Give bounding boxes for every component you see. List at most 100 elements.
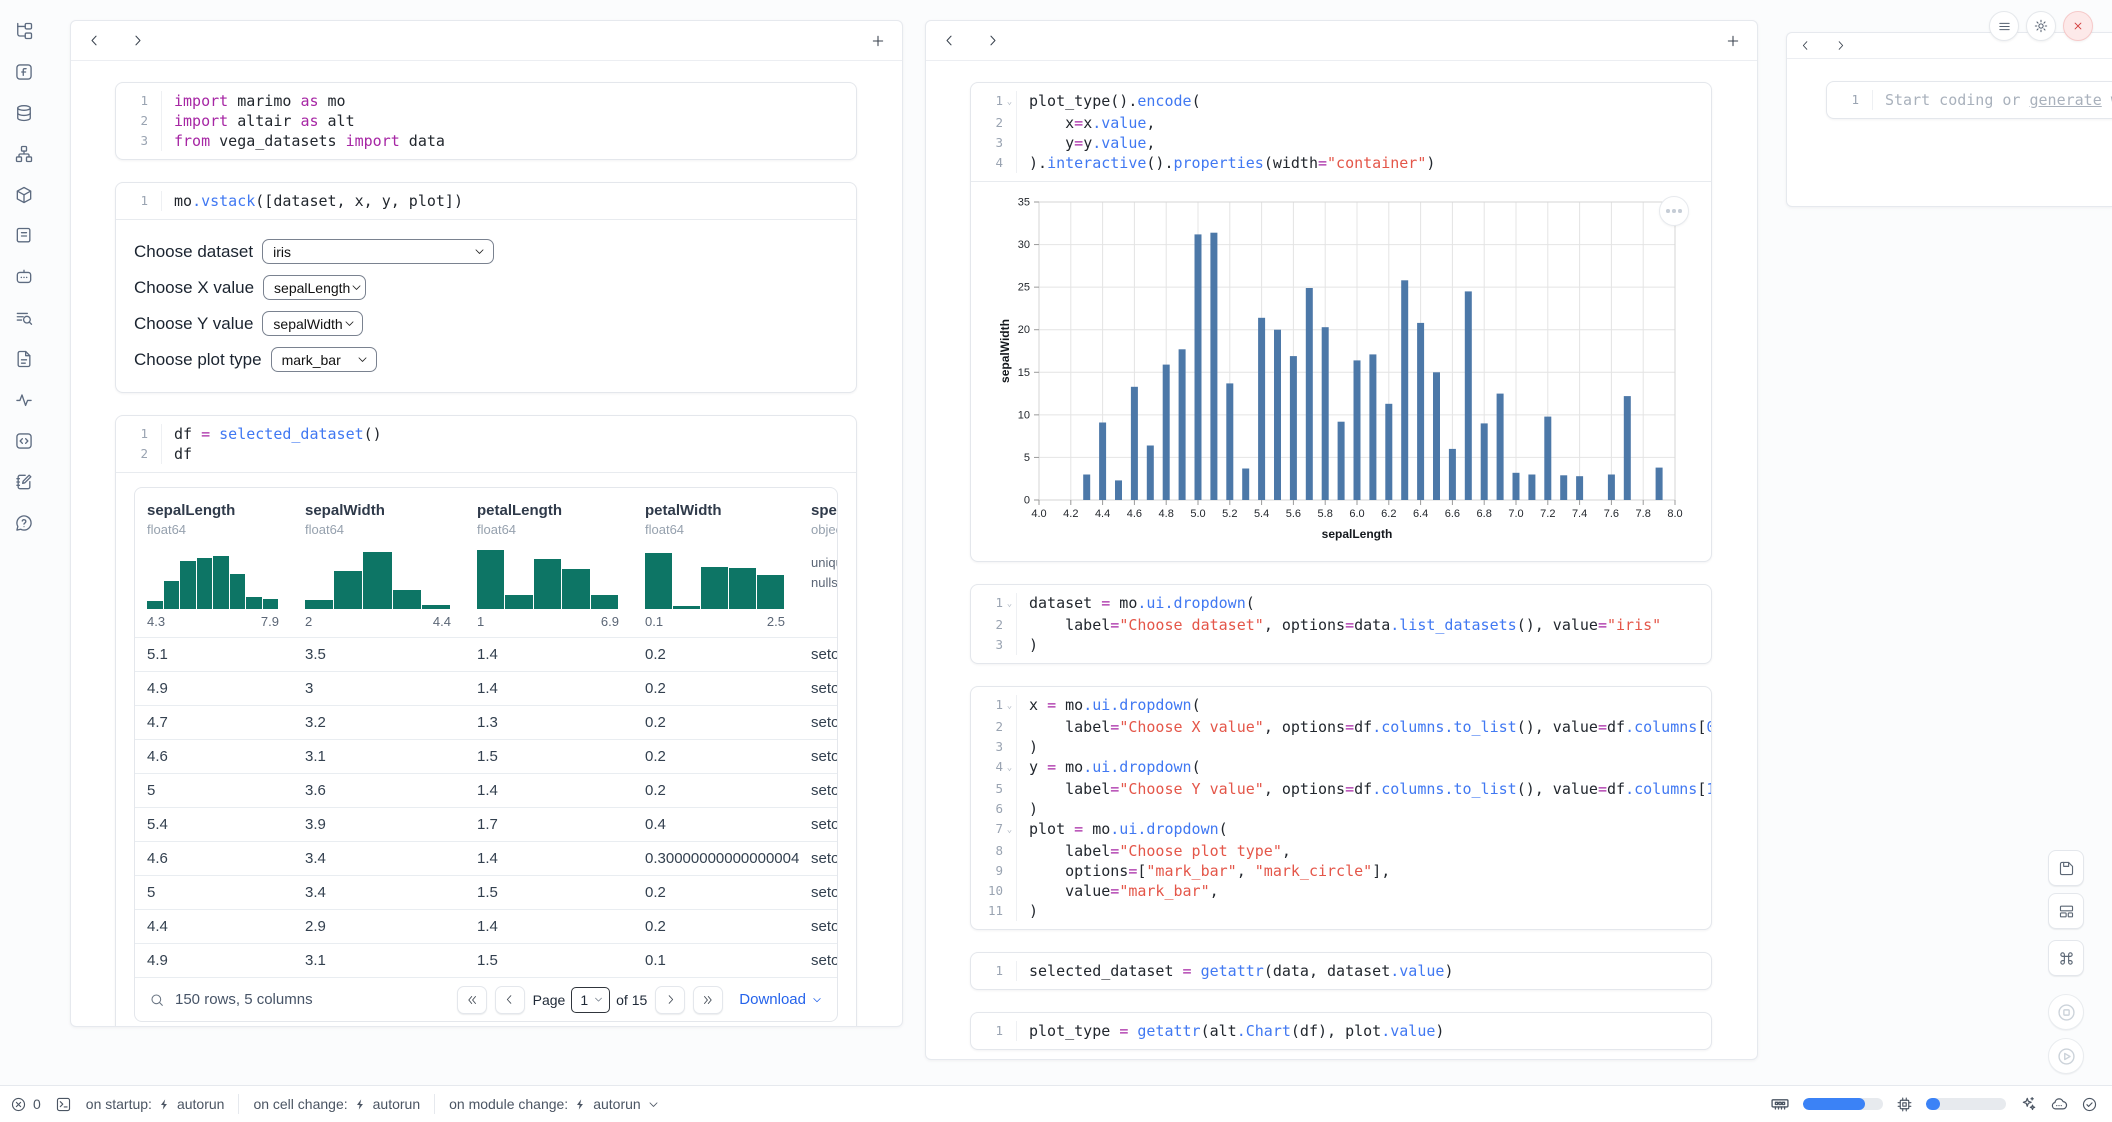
table-row[interactable]: 4.931.40.2setosa [135,671,837,705]
code-line[interactable]: 3 y=y.value, [971,133,1711,153]
download-button[interactable]: Download [739,991,823,1008]
code-line[interactable]: 1⌄plot_type().encode( [971,91,1711,113]
on-module-change-setting[interactable]: on module change: autorun [449,1096,660,1112]
cloud-icon[interactable] [2050,1095,2068,1113]
variables-icon[interactable] [11,59,37,85]
first-page-button[interactable] [457,986,487,1014]
documentation-icon[interactable] [11,305,37,331]
datasources-icon[interactable] [11,100,37,126]
packages-icon[interactable] [11,182,37,208]
code-line[interactable]: 1mo.vstack([dataset, x, y, plot]) [116,191,856,211]
terminal-icon[interactable] [55,1096,72,1113]
code-line[interactable]: 3) [971,635,1711,655]
shutdown-button[interactable] [2063,11,2093,41]
code-line[interactable]: 1⌄x = mo.ui.dropdown( [971,695,1711,717]
form-label: Choose dataset [134,242,253,262]
column-header-sepalLength[interactable]: sepalLengthfloat644.37.9 [135,488,293,637]
page-select[interactable]: 1 [571,987,610,1013]
code-line[interactable]: 4).interactive().properties(width="conta… [971,153,1711,173]
table-row[interactable]: 4.42.91.40.2setosa [135,909,837,943]
ai-chat-icon[interactable] [11,264,37,290]
save-button[interactable] [2048,850,2084,886]
table-row[interactable]: 4.63.11.50.2setosa [135,739,837,773]
column-header-sepalWidth[interactable]: sepalWidthfloat6424.4 [293,488,465,637]
last-page-button[interactable] [693,986,723,1014]
code-line[interactable]: 5 label="Choose Y value", options=df.col… [971,779,1711,799]
column-prev-icon[interactable] [1799,39,1812,52]
code-line[interactable]: 4⌄y = mo.ui.dropdown( [971,757,1711,779]
column-header-petalLength[interactable]: petalLengthfloat6416.9 [465,488,633,637]
code-line[interactable]: 2 label="Choose dataset", options=data.l… [971,615,1711,635]
code-line[interactable]: 3from vega_datasets import data [116,131,856,151]
column-next-icon[interactable] [985,33,1000,48]
file-explorer-icon[interactable] [11,18,37,44]
add-column-icon[interactable] [1725,33,1741,49]
notebook-menu-button[interactable] [1989,11,2019,41]
snippets-icon[interactable] [11,346,37,372]
chart-menu-button[interactable] [1659,196,1689,226]
prev-page-button[interactable] [495,986,525,1014]
code-line[interactable]: 10 value="mark_bar", [971,881,1711,901]
code-line[interactable]: 1selected_dataset = getattr(data, datase… [971,961,1711,981]
ai-sparkles-icon[interactable] [2019,1095,2037,1113]
search-icon[interactable] [149,992,165,1008]
code-line[interactable]: 2import altair as alt [116,111,856,131]
run-all-button[interactable] [2048,1038,2084,1074]
column-next-icon[interactable] [130,33,145,48]
chevron-down-icon [647,1098,660,1111]
table-row[interactable]: 5.43.91.70.4setosa [135,807,837,841]
plot-type-select[interactable]: mark_bar [271,347,377,372]
code-line[interactable]: 11) [971,901,1711,921]
code-line[interactable]: 1plot_type = getattr(alt.Chart(df), plot… [971,1021,1711,1041]
next-page-button[interactable] [655,986,685,1014]
y-value-select[interactable]: sepalWidth [262,311,363,336]
code-line[interactable]: 7⌄plot = mo.ui.dropdown( [971,819,1711,841]
code-line[interactable]: 3) [971,737,1711,757]
tracing-icon[interactable] [11,387,37,413]
settings-button[interactable] [2026,11,2056,41]
add-column-icon[interactable] [870,33,886,49]
outputs-icon[interactable] [11,428,37,454]
code-line[interactable]: 1Start coding or generate with AI [1827,90,2112,110]
help-icon[interactable] [11,510,37,536]
dependency-graph-icon[interactable] [11,141,37,167]
on-cell-change-setting[interactable]: on cell change: autorun [253,1096,420,1112]
code-line[interactable]: 1import marimo as mo [116,91,856,111]
column-header-petalWidth[interactable]: petalWidthfloat640.12.5 [633,488,799,637]
error-indicator[interactable]: 0 [10,1096,41,1113]
vega-chart[interactable]: 4.04.24.44.64.85.05.25.45.65.86.06.26.46… [997,194,1701,551]
x-value-select[interactable]: sepalLength [263,275,366,300]
connection-status-icon[interactable] [2081,1096,2098,1113]
line-number: 1 [971,1021,1017,1041]
column-header-species[interactable]: speciesobjectunique:nulls: [799,488,837,637]
form-row-y: Choose Y value sepalWidth [134,311,856,336]
layout-button[interactable] [2048,893,2084,929]
table-row[interactable]: 4.93.11.50.1setosa [135,943,837,977]
table-row[interactable]: 5.13.51.40.2setosa [135,637,837,671]
column-prev-icon[interactable] [942,33,957,48]
empty-code-cell[interactable]: 1Start coding or generate with AI [1826,81,2112,119]
dataset-select[interactable]: iris [262,239,494,264]
code-line[interactable]: 6) [971,799,1711,819]
scratchpad-icon[interactable] [11,469,37,495]
keyboard-shortcuts-button[interactable] [2048,940,2084,976]
code-line[interactable]: 1⌄dataset = mo.ui.dropdown( [971,593,1711,615]
code-line[interactable]: 9 options=["mark_bar", "mark_circle"], [971,861,1711,881]
svg-text:4.6: 4.6 [1127,508,1142,520]
code-line[interactable]: 1df = selected_dataset() [116,424,856,444]
code-line[interactable]: 8 label="Choose plot type", [971,841,1711,861]
table-row[interactable]: 4.63.41.40.30000000000000004setosa [135,841,837,875]
chevron-down-icon [343,317,356,330]
table-row[interactable]: 4.73.21.30.2setosa [135,705,837,739]
column-next-icon[interactable] [1834,39,1847,52]
column-prev-icon[interactable] [87,33,102,48]
on-startup-setting[interactable]: on startup: autorun [86,1096,225,1112]
code-line[interactable]: 2 label="Choose X value", options=df.col… [971,717,1711,737]
code-line[interactable]: 2 x=x.value, [971,113,1711,133]
code-line[interactable]: 2df [116,444,856,464]
table-row[interactable]: 53.41.50.2setosa [135,875,837,909]
table-row[interactable]: 53.61.40.2setosa [135,773,837,807]
stop-button[interactable] [2048,994,2084,1030]
logs-icon[interactable] [11,223,37,249]
line-number: 1 [116,424,162,444]
